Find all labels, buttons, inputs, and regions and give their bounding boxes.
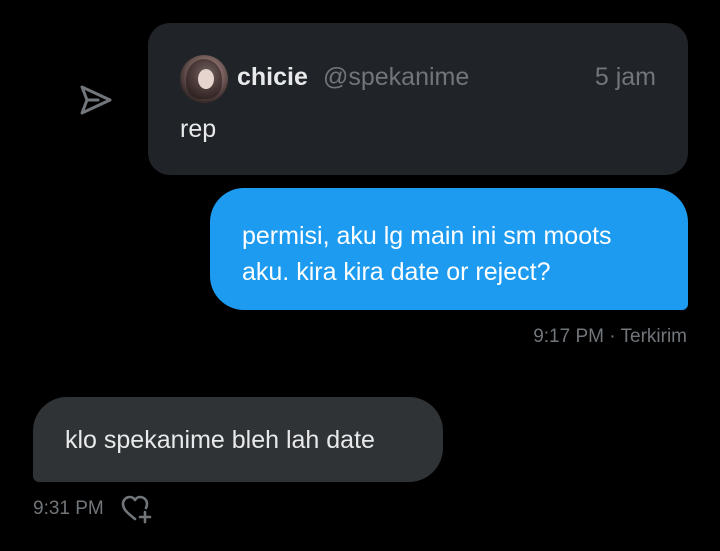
avatar[interactable] <box>180 55 228 103</box>
sent-message-line-1: permisi, aku lg main ini sm moots <box>242 222 612 250</box>
sent-message-bubble[interactable]: permisi, aku lg main ini sm moots aku. k… <box>210 188 688 310</box>
received-message-meta: 9:31 PM <box>33 498 104 519</box>
quoted-post-time: 5 jam <box>594 63 656 91</box>
sent-message-text: permisi, aku lg main ini sm moots aku. k… <box>242 218 660 290</box>
received-message-bubble[interactable]: klo spekanime bleh lah date <box>33 397 443 482</box>
received-message-text: klo spekanime bleh lah date <box>65 426 375 454</box>
add-reaction-icon[interactable] <box>120 494 154 524</box>
share-icon[interactable] <box>78 82 114 118</box>
sent-message-meta: 9:17 PM · Terkirim <box>533 326 687 347</box>
quoted-post-name: chicie <box>237 63 308 91</box>
quoted-post-card[interactable]: chicie @spekanime 5 jam rep <box>148 23 688 175</box>
quoted-post-text: rep <box>180 115 217 143</box>
sent-message-line-2: aku. kira kira date or reject? <box>242 258 551 286</box>
quoted-post-handle: @spekanime <box>323 63 470 91</box>
